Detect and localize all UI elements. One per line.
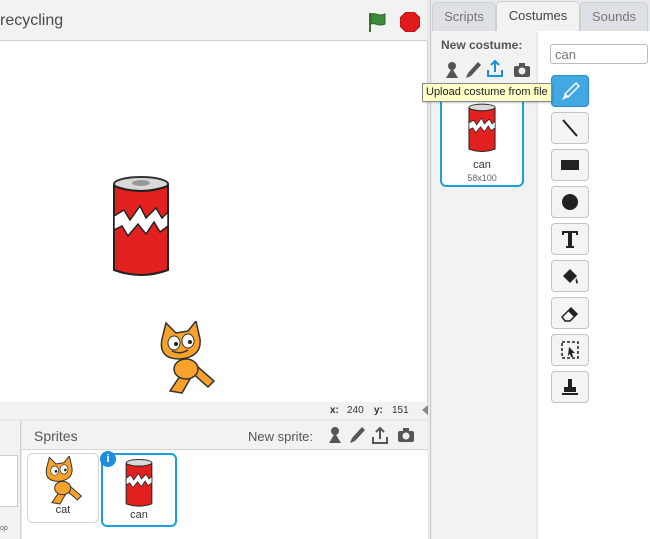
ellipse-icon (562, 194, 578, 210)
sprites-list: cat can i (22, 450, 428, 539)
paint-bucket-icon (563, 269, 578, 284)
cat-thumbnail (45, 456, 83, 505)
line-tool[interactable] (551, 112, 589, 144)
rectangle-tool[interactable] (551, 149, 589, 181)
text-icon (562, 231, 578, 248)
sprite-library-icon[interactable] (325, 425, 345, 445)
tab-scripts[interactable]: Scripts (432, 2, 496, 31)
stage-thumbnail[interactable] (0, 455, 18, 507)
fill-tool[interactable] (551, 260, 589, 292)
stamp-icon (562, 379, 578, 395)
stop-icon[interactable] (399, 11, 421, 33)
costume-library-icon[interactable] (442, 60, 462, 80)
new-costume-label: New costume: (441, 38, 523, 52)
camera-icon[interactable] (512, 60, 532, 80)
y-coordinate-value: 151 (392, 405, 409, 416)
info-icon[interactable]: i (100, 451, 116, 467)
eraser-tool[interactable] (551, 297, 589, 329)
cat-sprite-on-stage[interactable] (150, 321, 220, 396)
costume-thumbnail (468, 103, 496, 152)
line-icon (562, 119, 578, 137)
select-tool[interactable] (551, 334, 589, 366)
rectangle-icon (561, 160, 579, 170)
upload-icon[interactable] (370, 425, 390, 445)
select-icon (561, 341, 579, 359)
paint-brush-icon[interactable] (347, 425, 367, 445)
can-thumbnail (125, 459, 153, 507)
brush-tool[interactable] (551, 75, 589, 107)
project-title[interactable]: recycling (0, 12, 63, 30)
x-coordinate-value: 240 (347, 405, 364, 416)
sprites-header: Sprites New sprite: (22, 421, 428, 450)
new-sprite-label: New sprite: (248, 429, 314, 444)
stage[interactable] (0, 41, 428, 402)
stamp-tool[interactable] (551, 371, 589, 403)
stage-header (0, 0, 427, 41)
costume-size: 58x100 (467, 173, 497, 183)
eraser-icon (561, 306, 579, 322)
stage-thumbnail-caption: op (0, 525, 8, 532)
brush-icon (562, 81, 581, 100)
upload-costume-tooltip: Upload costume from file (422, 83, 552, 102)
sprite-tile-cat[interactable]: cat (27, 453, 99, 523)
camera-icon[interactable] (396, 425, 416, 445)
ellipse-tool[interactable] (551, 186, 589, 218)
y-coordinate-label: y: (374, 405, 383, 416)
sprite-name-cat: cat (55, 504, 71, 516)
collapse-arrow-icon[interactable] (422, 405, 428, 415)
mouse-coordinates-bar: x: 240 y: 151 (0, 402, 427, 419)
can-sprite-on-stage[interactable] (110, 176, 172, 281)
text-tool[interactable] (551, 223, 589, 255)
sprites-title: Sprites (34, 428, 78, 444)
upload-icon[interactable] (485, 58, 505, 78)
tab-costumes[interactable]: Costumes (496, 1, 580, 32)
sprite-name-can: can (130, 509, 148, 521)
costume-name-field[interactable] (550, 44, 648, 64)
costume-name: can (473, 159, 491, 171)
paint-brush-icon[interactable] (463, 60, 483, 80)
green-flag-icon[interactable] (366, 11, 388, 33)
tab-sounds[interactable]: Sounds (580, 2, 648, 31)
x-coordinate-label: x: (330, 405, 339, 416)
